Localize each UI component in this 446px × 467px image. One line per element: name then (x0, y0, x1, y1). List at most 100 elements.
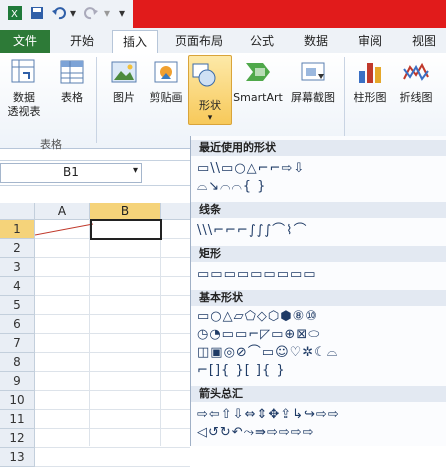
clipart-icon (151, 57, 181, 87)
picture-label: 图片 (113, 91, 135, 104)
section-block-arrows: 箭头总汇 (191, 386, 446, 402)
row-header[interactable]: 13 (0, 448, 35, 467)
column-chart-icon (355, 57, 385, 87)
grid-row-line (35, 295, 190, 296)
grid-row-line (35, 390, 190, 391)
tab-view[interactable]: 视图 (404, 31, 444, 52)
table-button[interactable]: 表格 (52, 57, 92, 104)
selected-cell-b1[interactable] (90, 219, 162, 240)
row-header[interactable]: 9 (0, 372, 35, 391)
name-box[interactable]: B1 ▾ (0, 163, 142, 183)
row-header[interactable]: 3 (0, 258, 35, 277)
tab-data[interactable]: 数据 (296, 31, 336, 52)
basic-shapes-row-2[interactable]: ◷◔▭▭⌐◸▭⊕⊠⬭ (197, 326, 320, 344)
name-box-value: B1 (63, 165, 79, 179)
row-header[interactable]: 6 (0, 315, 35, 334)
recent-shapes-row-1[interactable]: ▭\\▭○△⌐⌐⇨⇩ (197, 160, 305, 178)
smartart-icon (243, 57, 273, 87)
recent-shapes-row-2[interactable]: ⌓↘⌒⌒{ } (197, 178, 266, 196)
worksheet-grid: A B 1 2 3 4 5 6 7 8 9 10 11 12 13 (0, 203, 191, 467)
column-header-a[interactable]: A (35, 203, 90, 220)
line-chart-icon (401, 57, 431, 87)
row-header[interactable]: 2 (0, 239, 35, 258)
redo-dropdown-icon[interactable]: ▾ (102, 4, 112, 22)
section-lines: 线条 (191, 202, 446, 218)
shapes-label: 形状 (199, 99, 221, 112)
ribbon-insert: 数据 透视表 表格 图片 剪贴画 形状 ▾ SmartArt 屏幕截图 柱形图 … (0, 53, 446, 151)
undo-dropdown-icon[interactable]: ▾ (68, 4, 78, 22)
grid-row-line (35, 276, 190, 277)
title-bar-highlight (133, 0, 446, 28)
undo-icon[interactable] (50, 4, 68, 22)
row-header[interactable]: 11 (0, 410, 35, 429)
row-header[interactable]: 7 (0, 334, 35, 353)
grid-row-line (35, 333, 190, 334)
pivot-table-button[interactable]: 数据 透视表 (2, 57, 46, 118)
tab-file[interactable]: 文件 (0, 30, 50, 53)
line-chart-label: 折线图 (399, 91, 433, 104)
pivot-table-label-2: 透视表 (7, 105, 41, 118)
screenshot-icon (298, 57, 328, 87)
customize-toolbar-icon[interactable]: ▾ (116, 4, 128, 22)
name-box-dropdown-icon[interactable]: ▾ (133, 165, 138, 176)
grid-column-line (160, 219, 161, 446)
tab-review[interactable]: 审阅 (350, 31, 390, 52)
picture-icon (109, 57, 139, 87)
select-all-corner[interactable] (0, 203, 35, 220)
grid-row-line (35, 428, 190, 429)
basic-shapes-row-3[interactable]: ◫▣◎⊘⌒▭☺♡✲☾⌓ (197, 344, 338, 362)
row-header[interactable]: 8 (0, 353, 35, 372)
clipart-button[interactable]: 剪贴画 (146, 57, 186, 104)
screenshot-label: 屏幕截图 (291, 91, 335, 104)
table-label: 表格 (61, 91, 83, 104)
basic-shapes-row-1[interactable]: ▭○△▱⬠◇⬡⬢⑧⑩ (197, 308, 318, 326)
row-header[interactable]: 1 (0, 220, 35, 239)
grid-row-line (35, 352, 190, 353)
drawn-line-shape[interactable] (35, 220, 95, 238)
section-recent-shapes: 最近使用的形状 (191, 140, 446, 156)
group-label-tables: 表格 (40, 138, 62, 151)
basic-shapes-row-4[interactable]: ⌐[]{ }[ ]{ } (197, 362, 286, 380)
block-arrows-row-1[interactable]: ⇨⇦⇧⇩⇔⇕✥⇪↳↪⇨⇨ (197, 406, 340, 424)
column-header-b[interactable]: B (90, 203, 161, 220)
grid-row-line (35, 314, 190, 315)
column-chart-button[interactable]: 柱形图 (348, 57, 392, 104)
excel-logo-icon: X (6, 4, 24, 22)
svg-text:X: X (11, 9, 18, 20)
row-header[interactable]: 5 (0, 296, 35, 315)
screenshot-button[interactable]: 屏幕截图 (288, 57, 338, 104)
block-arrows-row-2[interactable]: ◁↺↻↶⤳⇛⇨⇨⇨⇨ (197, 424, 315, 442)
redo-icon[interactable] (82, 4, 100, 22)
grid-column-line (89, 219, 90, 446)
lines-row[interactable]: \\\⌐⌐⌐∫∫∫⌒⌇⌒ (197, 222, 307, 240)
ribbon-tabs: 文件 开始 插入 页面布局 公式 数据 审阅 视图 (0, 28, 446, 54)
shapes-button[interactable]: 形状 ▾ (188, 55, 232, 125)
grid-row-line (35, 447, 190, 448)
title-bar: X ▾ ▾ ▾ (0, 0, 446, 28)
shapes-dropdown-arrow-icon: ▾ (207, 113, 213, 123)
smartart-label: SmartArt (233, 91, 283, 104)
group-separator (344, 57, 345, 143)
column-header-c[interactable] (161, 203, 191, 220)
section-basic-shapes: 基本形状 (191, 290, 446, 306)
grid-row-line (35, 257, 190, 258)
pivot-table-label-1: 数据 (13, 91, 35, 104)
shapes-icon (189, 60, 231, 93)
grid-row-line (35, 371, 190, 372)
tab-formulas[interactable]: 公式 (242, 31, 282, 52)
picture-button[interactable]: 图片 (104, 57, 144, 104)
row-header[interactable]: 4 (0, 277, 35, 296)
column-chart-label: 柱形图 (353, 91, 387, 104)
line-chart-button[interactable]: 折线图 (394, 57, 438, 104)
tab-home[interactable]: 开始 (62, 31, 102, 52)
smartart-button[interactable]: SmartArt (232, 57, 284, 104)
tab-page-layout[interactable]: 页面布局 (168, 31, 230, 52)
row-header[interactable]: 10 (0, 391, 35, 410)
shapes-dropdown-menu: 最近使用的形状 ▭\\▭○△⌐⌐⇨⇩ ⌓↘⌒⌒{ } 线条 \\\⌐⌐⌐∫∫∫⌒… (190, 136, 446, 446)
tab-insert[interactable]: 插入 (112, 30, 158, 54)
row-header[interactable]: 12 (0, 429, 35, 448)
table-icon (57, 57, 87, 87)
clipart-label: 剪贴画 (149, 91, 183, 104)
save-icon[interactable] (28, 4, 46, 22)
rectangles-row[interactable]: ▭▭▭▭▭▭▭▭▭ (197, 266, 317, 284)
